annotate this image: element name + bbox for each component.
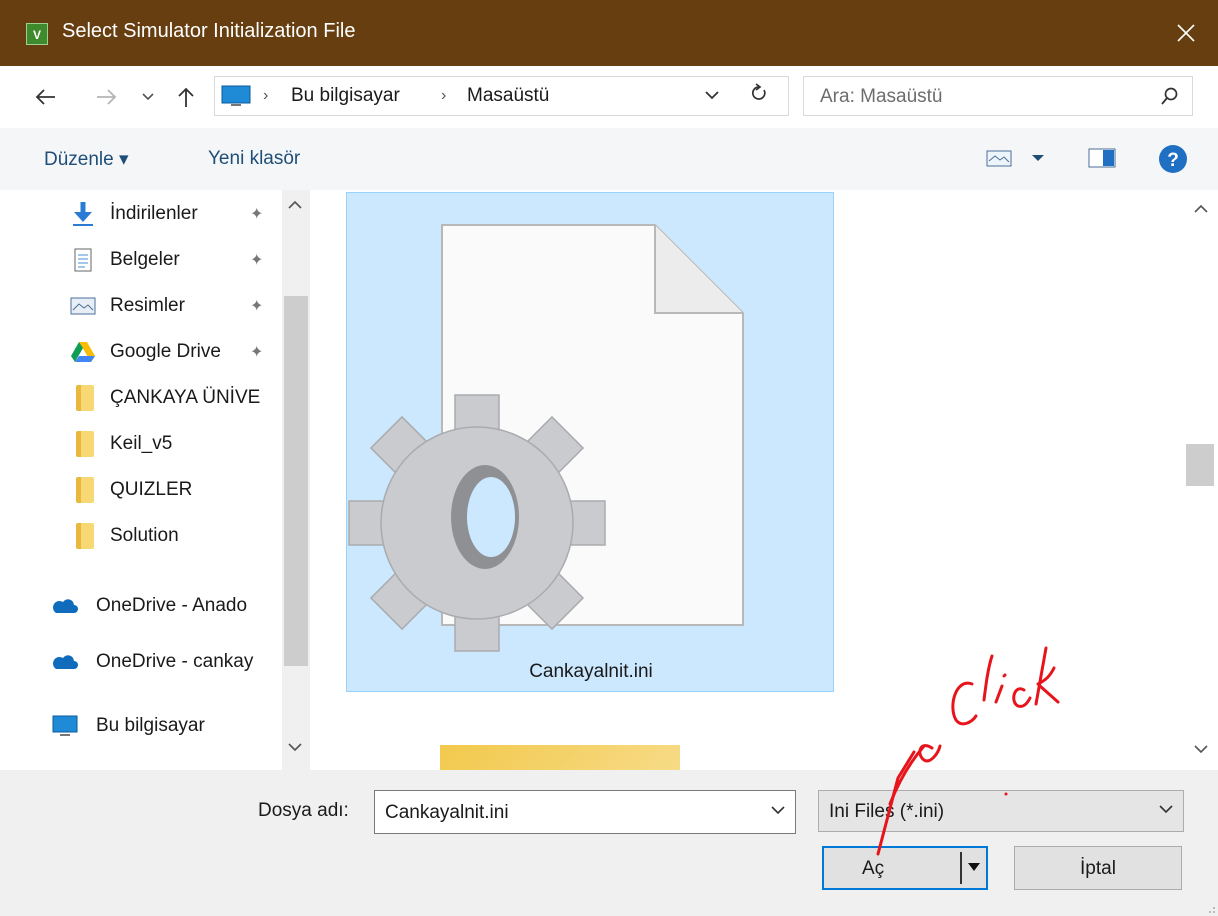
refresh-button[interactable] — [750, 82, 768, 110]
chevron-down-icon — [705, 91, 719, 100]
preview-pane-icon — [1088, 148, 1116, 168]
cancel-button[interactable]: İptal — [1014, 846, 1182, 890]
view-icon — [986, 150, 1044, 167]
preview-pane-button[interactable] — [1088, 146, 1116, 176]
scroll-down-icon[interactable] — [288, 742, 302, 752]
sidebar-item-label: İndirilenler — [110, 203, 198, 224]
sidebar-item-pictures[interactable]: Resimler ✦ — [0, 284, 282, 328]
forward-arrow-icon — [97, 89, 117, 105]
forward-button[interactable] — [92, 80, 122, 114]
sidebar-item-label: ÇANKAYA ÜNİVE — [110, 387, 261, 408]
navigation-scroll-thumb[interactable] — [284, 296, 308, 666]
up-button[interactable] — [174, 80, 198, 114]
sidebar-item-onedrive[interactable]: OneDrive - cankay — [0, 640, 282, 684]
help-icon: ? — [1159, 145, 1187, 173]
sidebar-item-label: OneDrive - Anado — [96, 595, 248, 616]
back-arrow-icon — [35, 89, 55, 105]
close-icon — [1177, 24, 1195, 42]
dropdown-arrow-icon[interactable] — [968, 862, 980, 872]
breadcrumb-separator-icon: › — [263, 87, 269, 104]
recent-locations-button[interactable] — [138, 80, 158, 114]
filetype-value: Ini Files (*.ini) — [829, 801, 945, 822]
folder-icon — [76, 431, 94, 457]
command-bar: Düzenle ▾ Yeni klasör ? — [0, 128, 1218, 190]
sidebar-item-label: QUIZLER — [110, 479, 193, 500]
chevron-down-icon — [1159, 805, 1173, 814]
scroll-down-icon[interactable] — [1194, 744, 1208, 754]
onedrive-cloud-icon — [52, 655, 78, 669]
breadcrumb-desktop[interactable]: Masaüstü — [467, 85, 549, 107]
organize-menu[interactable]: Düzenle ▾ — [44, 148, 129, 171]
back-button[interactable] — [30, 80, 60, 114]
filename-input[interactable]: Cankayalnit.ini — [374, 790, 796, 834]
sidebar-item-label: Bu bilgisayar — [96, 715, 205, 736]
pin-icon: ✦ — [250, 344, 264, 361]
help-button[interactable]: ? — [1158, 144, 1188, 180]
close-button[interactable] — [1154, 0, 1218, 66]
search-icon — [1161, 87, 1178, 105]
address-bar[interactable]: › Bu bilgisayar › Masaüstü — [214, 76, 789, 116]
sidebar-item-label: Solution — [110, 525, 179, 546]
google-drive-icon — [71, 342, 95, 362]
sidebar-item-folder[interactable]: ÇANKAYA ÜNİVE — [0, 376, 282, 420]
title-bar: V Select Simulator Initialization File — [0, 0, 1218, 66]
up-arrow-icon — [178, 87, 194, 107]
download-arrow-icon — [73, 202, 93, 226]
sidebar-item-google-drive[interactable]: Google Drive ✦ — [0, 330, 282, 374]
breadcrumb-this-pc[interactable]: Bu bilgisayar — [291, 85, 400, 107]
sidebar-item-downloads[interactable]: İndirilenler ✦ — [0, 192, 282, 236]
breadcrumb-separator-icon: › — [441, 87, 447, 104]
svg-text:?: ? — [1167, 150, 1179, 171]
sidebar-item-label: Resimler — [110, 295, 185, 316]
file-list-pane: Cankayalnit.ini — [318, 190, 1184, 770]
refresh-icon — [751, 83, 766, 100]
settings-file-icon — [348, 224, 744, 652]
resize-grip-icon[interactable] — [1204, 902, 1216, 914]
sidebar-item-folder[interactable]: QUIZLER — [0, 468, 282, 512]
split-divider — [960, 852, 962, 884]
navigation-pane: İndirilenler ✦ Belgeler ✦ Resimler ✦ Goo… — [0, 190, 310, 770]
file-name: Cankayalnit.ini — [529, 661, 653, 682]
sidebar-item-documents[interactable]: Belgeler ✦ — [0, 238, 282, 282]
pin-icon: ✦ — [250, 298, 264, 315]
open-button-label: Aç — [862, 858, 885, 879]
pictures-icon — [70, 297, 96, 315]
search-input[interactable]: Ara: Masaüstü — [803, 76, 1193, 116]
filename-value: Cankayalnit.ini — [385, 802, 509, 823]
chevron-down-icon[interactable] — [771, 805, 785, 815]
pin-icon: ✦ — [250, 206, 264, 223]
address-dropdown-button[interactable] — [705, 84, 719, 106]
filename-label: Dosya adı: — [258, 800, 349, 821]
window-title: Select Simulator Initialization File — [62, 20, 356, 42]
sidebar-item-label: Google Drive — [110, 341, 221, 362]
scroll-up-icon[interactable] — [288, 200, 302, 210]
cancel-button-label: İptal — [1080, 858, 1116, 879]
this-pc-icon — [221, 85, 251, 106]
sidebar-item-this-pc[interactable]: Bu bilgisayar — [0, 704, 282, 748]
new-folder-button[interactable]: Yeni klasör — [208, 148, 300, 170]
sidebar-item-folder[interactable]: Solution — [0, 514, 282, 558]
folder-icon — [76, 385, 94, 411]
app-icon: V — [26, 23, 48, 45]
sidebar-item-onedrive[interactable]: OneDrive - Anado — [0, 584, 282, 628]
scroll-up-icon[interactable] — [1194, 204, 1208, 214]
sidebar-item-label: Belgeler — [110, 249, 180, 270]
folder-icon — [76, 523, 94, 549]
file-tile-selected[interactable]: Cankayalnit.ini — [346, 192, 834, 692]
chevron-down-icon — [142, 93, 154, 101]
sidebar-item-folder[interactable]: Keil_v5 — [0, 422, 282, 466]
folder-icon — [76, 477, 94, 503]
sidebar-item-label: OneDrive - cankay — [96, 651, 254, 672]
pin-icon: ✦ — [250, 252, 264, 269]
sidebar-item-label: Keil_v5 — [110, 433, 173, 454]
search-placeholder: Ara: Masaüstü — [820, 86, 943, 107]
filetype-select[interactable]: Ini Files (*.ini) — [818, 790, 1184, 832]
onedrive-cloud-icon — [52, 599, 78, 613]
open-button[interactable]: Aç — [822, 846, 988, 890]
folder-icon[interactable] — [440, 745, 680, 770]
file-list-scroll-thumb[interactable] — [1186, 444, 1214, 486]
view-options-button[interactable] — [986, 146, 1056, 176]
documents-icon — [74, 248, 92, 272]
this-pc-icon — [52, 715, 78, 736]
